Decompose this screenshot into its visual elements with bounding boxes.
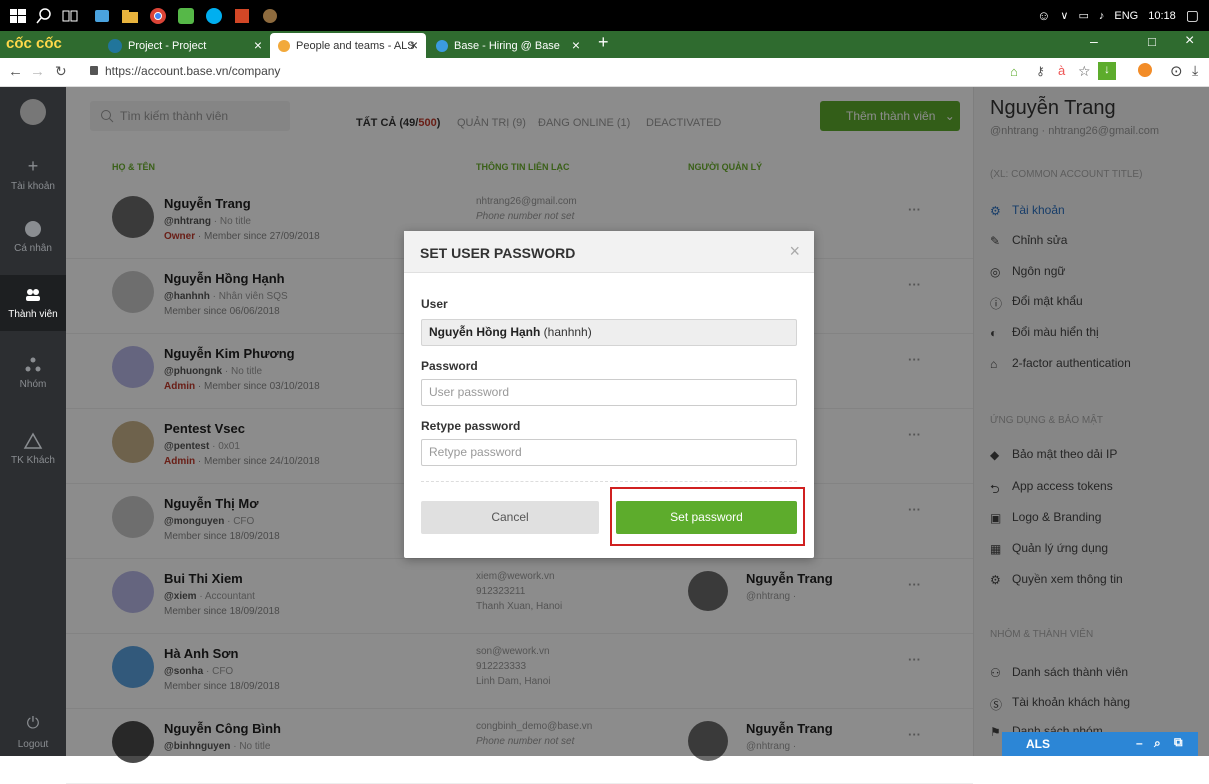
- tab-base-hiring[interactable]: Base - Hiring @ Base ×: [428, 33, 588, 58]
- divider: [421, 481, 797, 482]
- profile-icon[interactable]: ⊙: [1170, 62, 1183, 80]
- people-icon[interactable]: ☺: [1037, 8, 1050, 23]
- password-label: Password: [421, 359, 478, 373]
- powerpoint-icon[interactable]: [232, 6, 252, 26]
- browser-brand[interactable]: cốc cốc: [6, 35, 62, 52]
- close-tab-icon[interactable]: ×: [410, 37, 418, 53]
- task-view-icon[interactable]: [60, 6, 80, 26]
- windows-start-icon[interactable]: [8, 6, 28, 26]
- als-chat-bar[interactable]: ALS – ⌕ ⧉: [1002, 732, 1198, 756]
- cancel-button[interactable]: Cancel: [421, 501, 599, 534]
- close-window-icon[interactable]: ×: [1185, 32, 1194, 50]
- nav-item-personal[interactable]: Cá nhân: [0, 219, 66, 254]
- clock[interactable]: 10:18: [1148, 10, 1176, 22]
- extension-icon[interactable]: [1138, 63, 1152, 77]
- user-label: User: [421, 297, 448, 311]
- cart-icon[interactable]: ⌂: [1010, 64, 1018, 79]
- user-circle-icon: [23, 219, 43, 239]
- base-hiring-favicon-icon: [436, 39, 448, 52]
- retype-password-placeholder: Retype password: [429, 445, 522, 459]
- groups-icon: [23, 355, 43, 375]
- translate-icon[interactable]: à: [1058, 63, 1065, 78]
- dialog-header: SET USER PASSWORD ×: [404, 231, 814, 273]
- tab-project[interactable]: Project - Project ×: [100, 33, 270, 58]
- nav-label: Thành viên: [8, 309, 58, 320]
- close-icon[interactable]: ×: [789, 241, 800, 262]
- bookmark-star-icon[interactable]: ☆: [1078, 63, 1091, 80]
- new-tab-icon[interactable]: +: [598, 32, 609, 53]
- highlight-box: [610, 487, 805, 546]
- language-indicator[interactable]: ENG: [1114, 10, 1138, 22]
- file-explorer-icon[interactable]: [120, 6, 140, 26]
- nav-label: Tài khoản: [11, 181, 55, 192]
- notification-icon[interactable]: ▢: [1186, 7, 1199, 24]
- tab-label: Base - Hiring @ Base: [454, 39, 560, 52]
- tab-label: People and teams - ALS: [296, 39, 415, 52]
- plus-icon: +: [27, 156, 39, 176]
- base-favicon-icon: [278, 39, 290, 52]
- key-icon[interactable]: ⚷: [1036, 64, 1045, 78]
- nav-item-groups[interactable]: Nhóm: [0, 355, 66, 390]
- tab-label: Project - Project: [128, 39, 207, 52]
- popout-icon[interactable]: ⧉: [1174, 735, 1183, 750]
- nav-item-account[interactable]: + Tài khoản: [0, 157, 66, 192]
- wordpress-icon: [108, 38, 122, 53]
- chevron-up-icon[interactable]: ∨: [1060, 9, 1068, 22]
- search-icon[interactable]: [34, 6, 54, 26]
- tab-people-and-teams[interactable]: People and teams - ALS ×: [270, 33, 426, 58]
- download-icon[interactable]: ↓: [1098, 62, 1116, 80]
- paint-icon[interactable]: [260, 6, 280, 26]
- user-field: Nguyễn Hồng Hạnh (hanhnh): [421, 319, 797, 346]
- network-icon[interactable]: ▭: [1078, 9, 1088, 22]
- chrome-icon[interactable]: [148, 6, 168, 26]
- browser-tab-bar: cốc cốc Project - Project × People and t…: [0, 31, 1209, 58]
- nav-label: Cá nhân: [14, 243, 52, 254]
- nav-item-members[interactable]: Thành viên: [0, 275, 66, 331]
- logout-button[interactable]: ⏻ Logout: [0, 715, 66, 750]
- user-name: Nguyễn Hồng Hạnh: [429, 325, 541, 339]
- url-field[interactable]: https://account.base.vn/company: [105, 64, 280, 78]
- windows-taskbar: ☺ ∨ ▭ ♪ ENG 10:18 ▢: [0, 0, 1209, 31]
- back-icon[interactable]: ←: [8, 63, 23, 80]
- logout-label: Logout: [17, 739, 49, 750]
- nav-item-guest[interactable]: TK Khách: [0, 431, 66, 466]
- company-avatar[interactable]: [20, 99, 46, 125]
- user-handle: (hanhnh): [543, 325, 592, 339]
- reload-icon[interactable]: ↻: [55, 63, 67, 80]
- close-tab-icon[interactable]: ×: [572, 37, 580, 53]
- download-tray-icon[interactable]: ⤓: [1192, 62, 1198, 79]
- forward-icon[interactable]: →: [30, 63, 45, 80]
- lock-icon: [90, 66, 98, 75]
- system-tray: ☺ ∨ ▭ ♪ ENG 10:18 ▢: [1037, 0, 1199, 31]
- password-input[interactable]: User password: [421, 379, 797, 406]
- minimize-icon[interactable]: –: [1136, 736, 1143, 750]
- address-bar: ← → ↻ https://account.base.vn/company ⌂ …: [0, 58, 1209, 87]
- restore-icon[interactable]: □: [1148, 34, 1156, 49]
- dialog-title: SET USER PASSWORD: [420, 245, 576, 261]
- nav-label: Nhóm: [19, 379, 47, 390]
- left-navigation: + Tài khoản Cá nhân Thành viên Nhóm TK K…: [0, 87, 66, 756]
- search-icon[interactable]: ⌕: [1154, 736, 1161, 751]
- coccoc-icon[interactable]: [176, 6, 196, 26]
- retype-password-input[interactable]: Retype password: [421, 439, 797, 466]
- power-icon: ⏻: [26, 715, 40, 732]
- users-icon: [23, 285, 43, 305]
- retype-password-label: Retype password: [421, 419, 521, 433]
- triangle-icon: [23, 431, 43, 451]
- volume-icon[interactable]: ♪: [1099, 10, 1105, 22]
- nav-label: TK Khách: [11, 455, 55, 466]
- minimize-icon[interactable]: –: [1090, 33, 1098, 49]
- password-placeholder: User password: [429, 385, 510, 399]
- als-label: ALS: [1026, 737, 1050, 751]
- taskbar-app-icon[interactable]: [92, 6, 112, 26]
- skype-icon[interactable]: [204, 6, 224, 26]
- close-tab-icon[interactable]: ×: [254, 37, 262, 53]
